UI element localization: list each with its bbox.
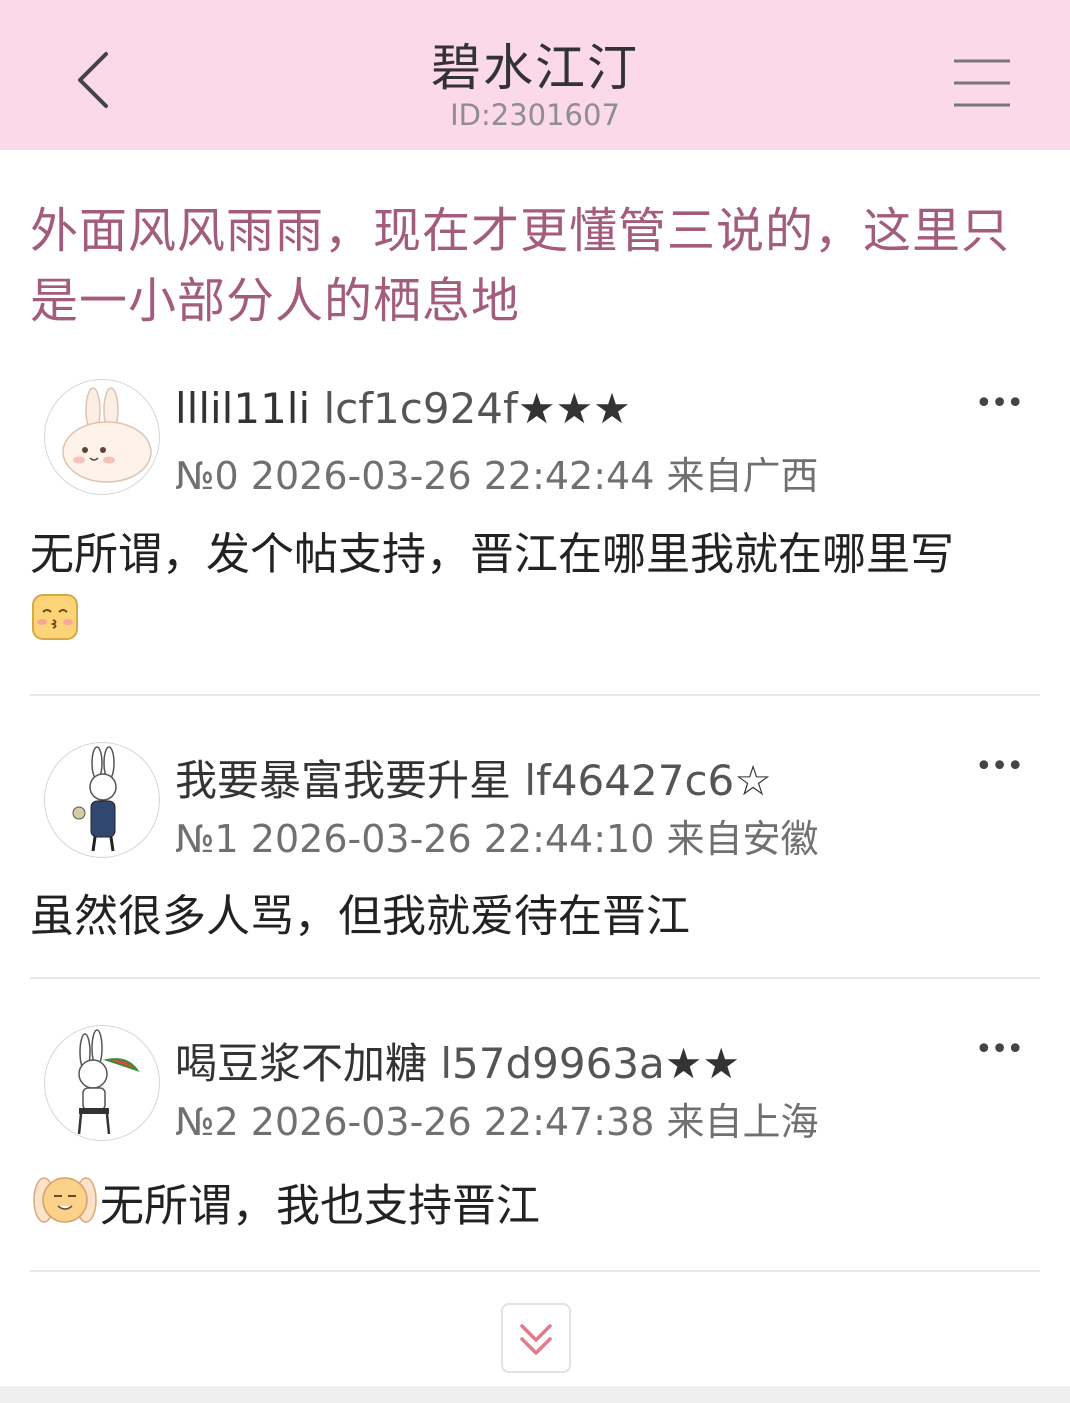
rabbit-overalls-avatar-icon[interactable] [44,742,160,858]
bunny-hood-emoji-icon [30,1168,100,1249]
more-options-icon[interactable]: ••• [975,386,1024,421]
reply-content: 无所谓，发个帖支持，晋江在哪里我就在哪里写 [30,520,1040,663]
rabbit-watermelon-avatar-icon[interactable] [44,1025,160,1141]
reply-author-uid: lcf1c924f [323,384,518,433]
reply-author-name[interactable]: 喝豆浆不加糖 [175,1039,427,1088]
double-chevron-down-icon [520,1324,552,1355]
floor-number: №1 [175,817,239,861]
kiss-face-emoji-icon [30,592,80,663]
reply-divider [30,977,1040,979]
reply-datetime: 2026-03-26 22:42:44 [250,454,655,498]
rank-stars: ★★ [664,1039,741,1088]
more-options-icon[interactable]: ••• [975,1032,1024,1067]
reply-author-line: 我要暴富我要升星 lf46427c6☆ [175,747,772,808]
reply-author-uid: l57d9963a [440,1039,665,1088]
rank-stars: ★★★ [517,384,631,433]
floor-number: №2 [175,1100,239,1144]
reply-location: 来自安徽 [666,817,819,861]
reply-text: 无所谓，发个帖支持，晋江在哪里我就在哪里写 [30,529,954,580]
reply-author-name[interactable]: lllil11li [175,384,310,433]
reply-author-uid: lf46427c6 [524,756,735,805]
reply-divider [30,1270,1040,1272]
rank-stars: ☆ [734,756,772,805]
reply-meta-line: №0 2026-03-26 22:42:44 来自广西 [175,445,819,500]
reply-text: 无所谓，我也支持晋江 [100,1180,540,1232]
reply-location: 来自上海 [666,1100,819,1144]
reply-text: 虽然很多人骂，但我就爱待在晋江 [30,891,690,942]
reply-content: 虽然很多人骂，但我就爱待在晋江 [30,882,1040,952]
hamburger-menu-icon[interactable] [950,56,1014,112]
more-options-icon[interactable]: ••• [975,749,1024,784]
bottom-bar [0,1386,1070,1403]
reply-divider [30,694,1040,696]
page-title: 碧水江汀 [431,39,639,97]
scroll-to-bottom-button[interactable] [501,1303,571,1373]
reply-author-line: 喝豆浆不加糖 l57d9963a★★ [175,1030,740,1091]
reply-datetime: 2026-03-26 22:44:10 [250,817,655,861]
header-bar: 碧水江汀 ID:2301607 [0,0,1070,150]
reply-author-line: lllil11li lcf1c924f★★★ [175,384,631,433]
bunny-avatar-icon[interactable] [44,379,160,495]
thread-id: ID:2301607 [450,98,620,132]
reply-location: 来自广西 [666,454,819,498]
reply-datetime: 2026-03-26 22:47:38 [250,1100,655,1144]
reply-meta-line: №2 2026-03-26 22:47:38 来自上海 [175,1091,819,1146]
reply-author-name[interactable]: 我要暴富我要升星 [175,756,511,805]
reply-content: 无所谓，我也支持晋江 [30,1168,1040,1249]
reply-meta-line: №1 2026-03-26 22:44:10 来自安徽 [175,808,819,863]
post-title: 外面风风雨雨，现在才更懂管三说的，这里只是一小部分人的栖息地 [30,203,1011,329]
floor-number: №0 [175,454,239,498]
